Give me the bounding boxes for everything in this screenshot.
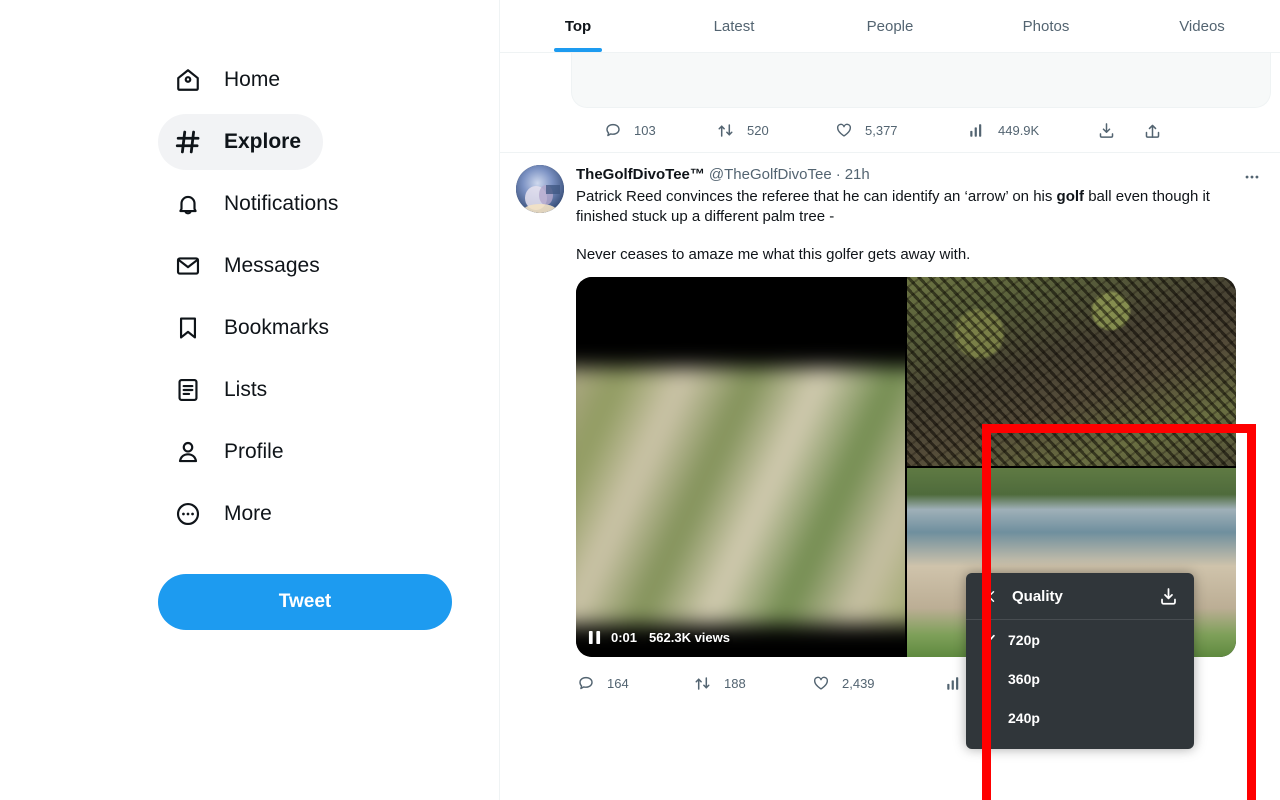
tab-label: People — [866, 17, 914, 35]
like-action[interactable]: 2,439 — [811, 674, 944, 693]
twitter-app: Home Explore Notifications Messages Book… — [0, 0, 1280, 800]
sidebar-item-label: Bookmarks — [224, 316, 330, 339]
avatar[interactable] — [516, 165, 564, 213]
tweet-header: TheGolfDivoTee™ @TheGolfDivoTee · 21h — [576, 165, 1264, 185]
tab-label: Top — [564, 17, 592, 35]
reply-count: 103 — [634, 122, 656, 138]
tweet-text-keyword: golf — [1056, 188, 1085, 205]
bookmark-icon — [172, 312, 204, 344]
quality-option-label: 240p — [1008, 709, 1040, 726]
analytics-bar-icon — [944, 674, 963, 693]
reply-action[interactable]: 103 — [603, 121, 716, 140]
list-icon — [172, 374, 204, 406]
tweet-separator: · — [835, 166, 841, 183]
previous-tweet-link-card[interactable] — [571, 53, 1271, 108]
tweet-text: Patrick Reed convinces the referee that … — [576, 187, 1264, 227]
video-player[interactable]: 0:01 562.3K views — [576, 277, 905, 657]
sidebar-item-label: Profile — [224, 440, 284, 463]
like-count: 2,439 — [842, 675, 875, 691]
hashtag-icon — [172, 126, 204, 158]
tweet-handle[interactable]: @TheGolfDivoTee — [709, 165, 832, 185]
tab-top[interactable]: Top — [500, 0, 656, 52]
ellipsis-icon[interactable] — [1238, 163, 1266, 191]
sidebar-item-more[interactable]: More — [158, 486, 294, 542]
retweet-action[interactable]: 188 — [693, 674, 811, 693]
like-count: 5,377 — [865, 122, 898, 138]
quality-option-240p[interactable]: 240p — [966, 698, 1194, 737]
tab-label: Videos — [1179, 17, 1225, 35]
view-count: 449.9K — [998, 122, 1040, 138]
heart-icon — [811, 674, 830, 693]
search-tabs: Top Latest People Photos Videos — [500, 0, 1280, 53]
chevron-left-icon[interactable] — [980, 585, 1002, 607]
video-controls: 0:01 562.3K views — [588, 630, 730, 645]
tweet-text-line2: Never ceases to amaze me what this golfe… — [576, 246, 971, 263]
share-icon[interactable] — [1143, 121, 1162, 140]
primary-sidebar: Home Explore Notifications Messages Book… — [0, 0, 500, 800]
download-icon[interactable] — [1097, 121, 1116, 140]
video-quality-menu[interactable]: Quality 720p 360p 240p — [966, 573, 1194, 749]
like-action[interactable]: 5,377 — [834, 121, 967, 140]
tweet-text-part1: Patrick Reed convinces the referee that … — [576, 188, 1057, 205]
reply-count: 164 — [607, 675, 629, 691]
pause-icon[interactable] — [588, 630, 601, 645]
retweet-count: 520 — [747, 122, 769, 138]
sidebar-item-label: Messages — [224, 254, 320, 277]
quality-option-720p[interactable]: 720p — [966, 620, 1194, 659]
video-frame — [576, 367, 905, 625]
analytics-bar-icon — [967, 121, 986, 140]
reply-icon — [576, 674, 595, 693]
sidebar-item-lists[interactable]: Lists — [158, 362, 289, 418]
person-icon — [172, 436, 204, 468]
tab-label: Photos — [1022, 17, 1070, 35]
download-icon[interactable] — [1156, 584, 1180, 608]
sidebar-item-label: More — [224, 502, 272, 525]
tweet-timestamp[interactable]: 21h — [845, 165, 870, 185]
sidebar-item-home[interactable]: Home — [158, 52, 302, 108]
sidebar-item-label: Notifications — [224, 192, 339, 215]
media-image-top[interactable] — [907, 277, 1236, 466]
views-action[interactable]: 449.9K — [967, 121, 1089, 140]
video-view-count: 562.3K views — [649, 630, 730, 645]
tab-people[interactable]: People — [812, 0, 968, 52]
sidebar-item-bookmarks[interactable]: Bookmarks — [158, 300, 351, 356]
more-circle-icon — [172, 498, 204, 530]
retweet-action[interactable]: 520 — [716, 121, 834, 140]
home-icon — [172, 64, 204, 96]
sidebar-item-label: Home — [224, 68, 281, 91]
retweet-count: 188 — [724, 675, 746, 691]
sidebar-item-profile[interactable]: Profile — [158, 424, 306, 480]
sidebar-item-notifications[interactable]: Notifications — [158, 176, 360, 232]
tab-photos[interactable]: Photos — [968, 0, 1124, 52]
sidebar-item-messages[interactable]: Messages — [158, 238, 342, 294]
tab-latest[interactable]: Latest — [656, 0, 812, 52]
video-time: 0:01 — [611, 630, 638, 645]
tweet-display-name[interactable]: TheGolfDivoTee™ — [576, 165, 705, 185]
sidebar-item-explore[interactable]: Explore — [158, 114, 324, 170]
quality-menu-title: Quality — [1012, 587, 1063, 605]
bell-icon — [172, 188, 204, 220]
reply-icon — [603, 121, 622, 140]
quality-option-label: 360p — [1008, 670, 1040, 687]
quality-menu-header: Quality — [966, 573, 1194, 620]
sidebar-item-label: Explore — [224, 130, 302, 153]
sidebar-item-label: Lists — [224, 378, 268, 401]
previous-tweet-action-bar: 103 520 5,377 449.9K — [500, 108, 1280, 152]
quality-option-360p[interactable]: 360p — [966, 659, 1194, 698]
reply-action[interactable]: 164 — [576, 674, 693, 693]
retweet-icon — [716, 121, 735, 140]
tab-label: Latest — [713, 17, 755, 35]
check-icon — [980, 631, 1004, 648]
tab-videos[interactable]: Videos — [1124, 0, 1280, 52]
heart-icon — [834, 121, 853, 140]
compose-tweet-button[interactable]: Tweet — [158, 574, 452, 630]
retweet-icon — [693, 674, 712, 693]
quality-option-label: 720p — [1008, 631, 1040, 648]
envelope-icon — [172, 250, 204, 282]
